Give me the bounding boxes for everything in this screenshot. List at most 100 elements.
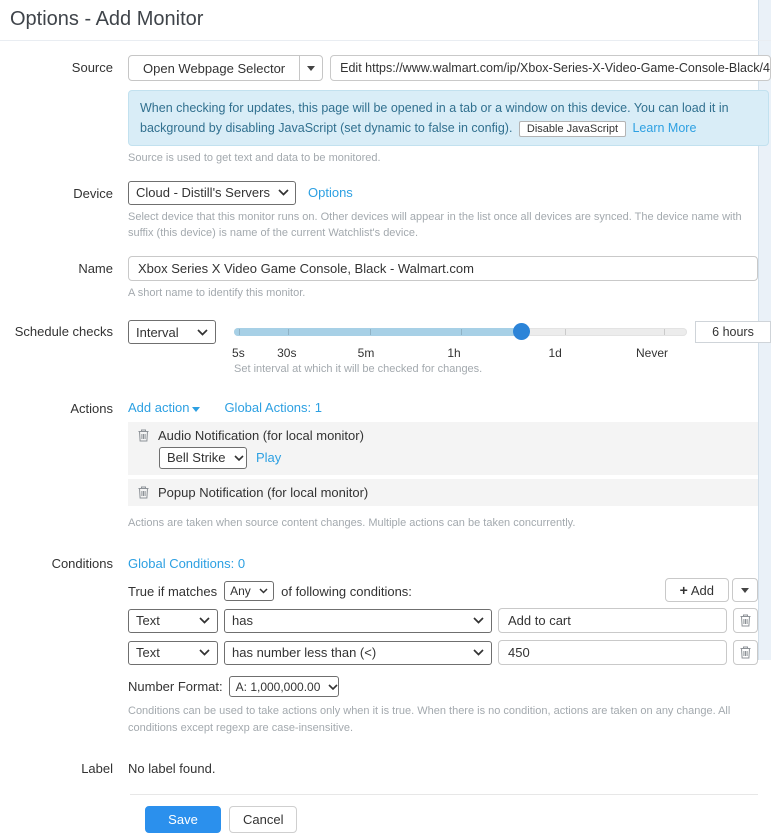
sound-select-value: Bell Strike <box>167 450 226 465</box>
source-row: Source Open Webpage Selector Edit https:… <box>0 55 758 167</box>
monitor-name-input[interactable] <box>128 256 758 281</box>
footer: Save Cancel <box>130 794 758 833</box>
condition-operator-value: has number less than (<) <box>232 645 376 660</box>
delete-condition-button[interactable] <box>733 608 758 633</box>
chevron-down-icon <box>197 329 208 336</box>
condition-value-input[interactable] <box>498 640 727 665</box>
action-item-popup: Popup Notification (for local monitor) <box>128 479 758 506</box>
conditions-help-text: Conditions can be used to take actions o… <box>128 703 758 736</box>
device-options-link[interactable]: Options <box>308 185 353 200</box>
match-suffix-text: of following conditions: <box>281 584 412 599</box>
tick-label: 1h <box>447 346 460 360</box>
options-add-monitor-page: Options - Add Monitor Source Open Webpag… <box>0 0 771 833</box>
condition-operator-value: has <box>232 613 253 628</box>
chevron-down-icon <box>328 684 338 690</box>
actions-help-text: Actions are taken when source content ch… <box>128 515 758 532</box>
interval-slider[interactable] <box>234 319 687 345</box>
number-format-value: A: 1,000,000.00 <box>236 680 321 694</box>
add-condition-label: Add <box>691 583 714 598</box>
conditions-label: Conditions <box>0 551 128 736</box>
chevron-down-icon <box>234 455 244 461</box>
selector-dropdown-button[interactable] <box>299 55 323 81</box>
global-actions-link[interactable]: Global Actions: 1 <box>224 400 322 415</box>
chevron-down-icon <box>278 189 289 196</box>
trash-icon <box>740 646 751 659</box>
match-prefix-text: True if matches <box>128 584 217 599</box>
chevron-down-icon <box>199 649 210 656</box>
schedule-mode-value: Interval <box>136 325 179 340</box>
condition-type-select[interactable]: Text <box>128 641 218 665</box>
global-conditions-link[interactable]: Global Conditions: 0 <box>128 556 245 571</box>
edit-url-button[interactable]: Edit https://www.walmart.com/ip/Xbox-Ser… <box>330 55 771 81</box>
save-button[interactable]: Save <box>145 806 221 833</box>
open-webpage-selector-button[interactable]: Open Webpage Selector <box>128 55 300 81</box>
learn-more-link[interactable]: Learn More <box>632 121 696 135</box>
plus-icon: + <box>680 583 688 597</box>
delete-action-button[interactable] <box>138 429 149 442</box>
trash-icon <box>138 486 149 499</box>
condition-operator-select[interactable]: has <box>224 609 492 633</box>
add-action-label: Add action <box>128 400 189 415</box>
trash-icon <box>740 614 751 627</box>
condition-row: Text has <box>128 608 758 633</box>
play-link[interactable]: Play <box>256 450 281 465</box>
device-row: Device Cloud - Distill's Servers Options… <box>0 181 758 242</box>
condition-type-value: Text <box>136 645 160 660</box>
schedule-row: Schedule checks Interval <box>0 319 758 378</box>
condition-value-input[interactable] <box>498 608 727 633</box>
add-action-link[interactable]: Add action <box>128 400 200 415</box>
slider-thumb[interactable] <box>513 323 530 340</box>
slider-tick <box>461 329 462 335</box>
chevron-down-icon <box>199 617 210 624</box>
condition-type-select[interactable]: Text <box>128 609 218 633</box>
label-row: Label No label found. <box>0 756 758 776</box>
add-condition-button[interactable]: +Add <box>665 578 729 602</box>
interval-value-box: 6 hours <box>695 321 771 343</box>
trash-icon <box>138 429 149 442</box>
condition-type-value: Text <box>136 613 160 628</box>
add-condition-dropdown-button[interactable] <box>732 578 758 602</box>
match-type-value: Any <box>230 584 251 598</box>
chevron-down-icon <box>259 588 268 594</box>
tick-label: 5s <box>232 346 245 360</box>
device-select[interactable]: Cloud - Distill's Servers <box>128 181 296 205</box>
disable-javascript-button[interactable]: Disable JavaScript <box>519 121 626 137</box>
slider-tick <box>565 329 566 335</box>
device-label: Device <box>0 181 128 242</box>
slider-tick <box>370 329 371 335</box>
cancel-button[interactable]: Cancel <box>229 806 297 833</box>
action-title: Popup Notification (for local monitor) <box>158 485 368 500</box>
device-select-value: Cloud - Distill's Servers <box>136 185 270 200</box>
action-item-audio: Audio Notification (for local monitor) B… <box>128 422 758 475</box>
schedule-help-text: Set interval at which it will be checked… <box>234 361 758 378</box>
info-alert: When checking for updates, this page wil… <box>128 90 769 146</box>
sound-select[interactable]: Bell Strike <box>159 447 247 469</box>
name-row: Name A short name to identify this monit… <box>0 256 758 302</box>
actions-row: Actions Add action Global Actions: 1 Aud… <box>0 396 758 532</box>
slider-fill <box>234 328 522 336</box>
condition-row: Text has number less than (<) <box>128 640 758 665</box>
delete-condition-button[interactable] <box>733 640 758 665</box>
page-title: Options - Add Monitor <box>0 0 771 41</box>
number-format-select[interactable]: A: 1,000,000.00 <box>229 676 339 697</box>
device-help-text: Select device that this monitor runs on.… <box>128 209 758 242</box>
action-title: Audio Notification (for local monitor) <box>158 428 364 443</box>
number-format-label: Number Format: <box>128 679 223 694</box>
slider-tick <box>664 329 665 335</box>
actions-label: Actions <box>0 396 128 532</box>
caret-down-icon <box>307 66 315 71</box>
source-help-text: Source is used to get text and data to b… <box>128 150 758 167</box>
caret-down-icon <box>192 407 200 412</box>
no-label-text: No label found. <box>128 756 758 776</box>
source-label: Source <box>0 55 128 167</box>
tick-label: 1d <box>549 346 562 360</box>
caret-down-icon <box>741 588 749 593</box>
condition-operator-select[interactable]: has number less than (<) <box>224 641 492 665</box>
schedule-mode-select[interactable]: Interval <box>128 320 216 344</box>
name-help-text: A short name to identify this monitor. <box>128 285 758 302</box>
delete-action-button[interactable] <box>138 486 149 499</box>
slider-tick-labels: 5s 30s 5m 1h 1d Never <box>234 346 674 361</box>
chevron-down-icon <box>473 649 484 656</box>
match-type-select[interactable]: Any <box>224 581 274 601</box>
tick-label: 5m <box>358 346 375 360</box>
